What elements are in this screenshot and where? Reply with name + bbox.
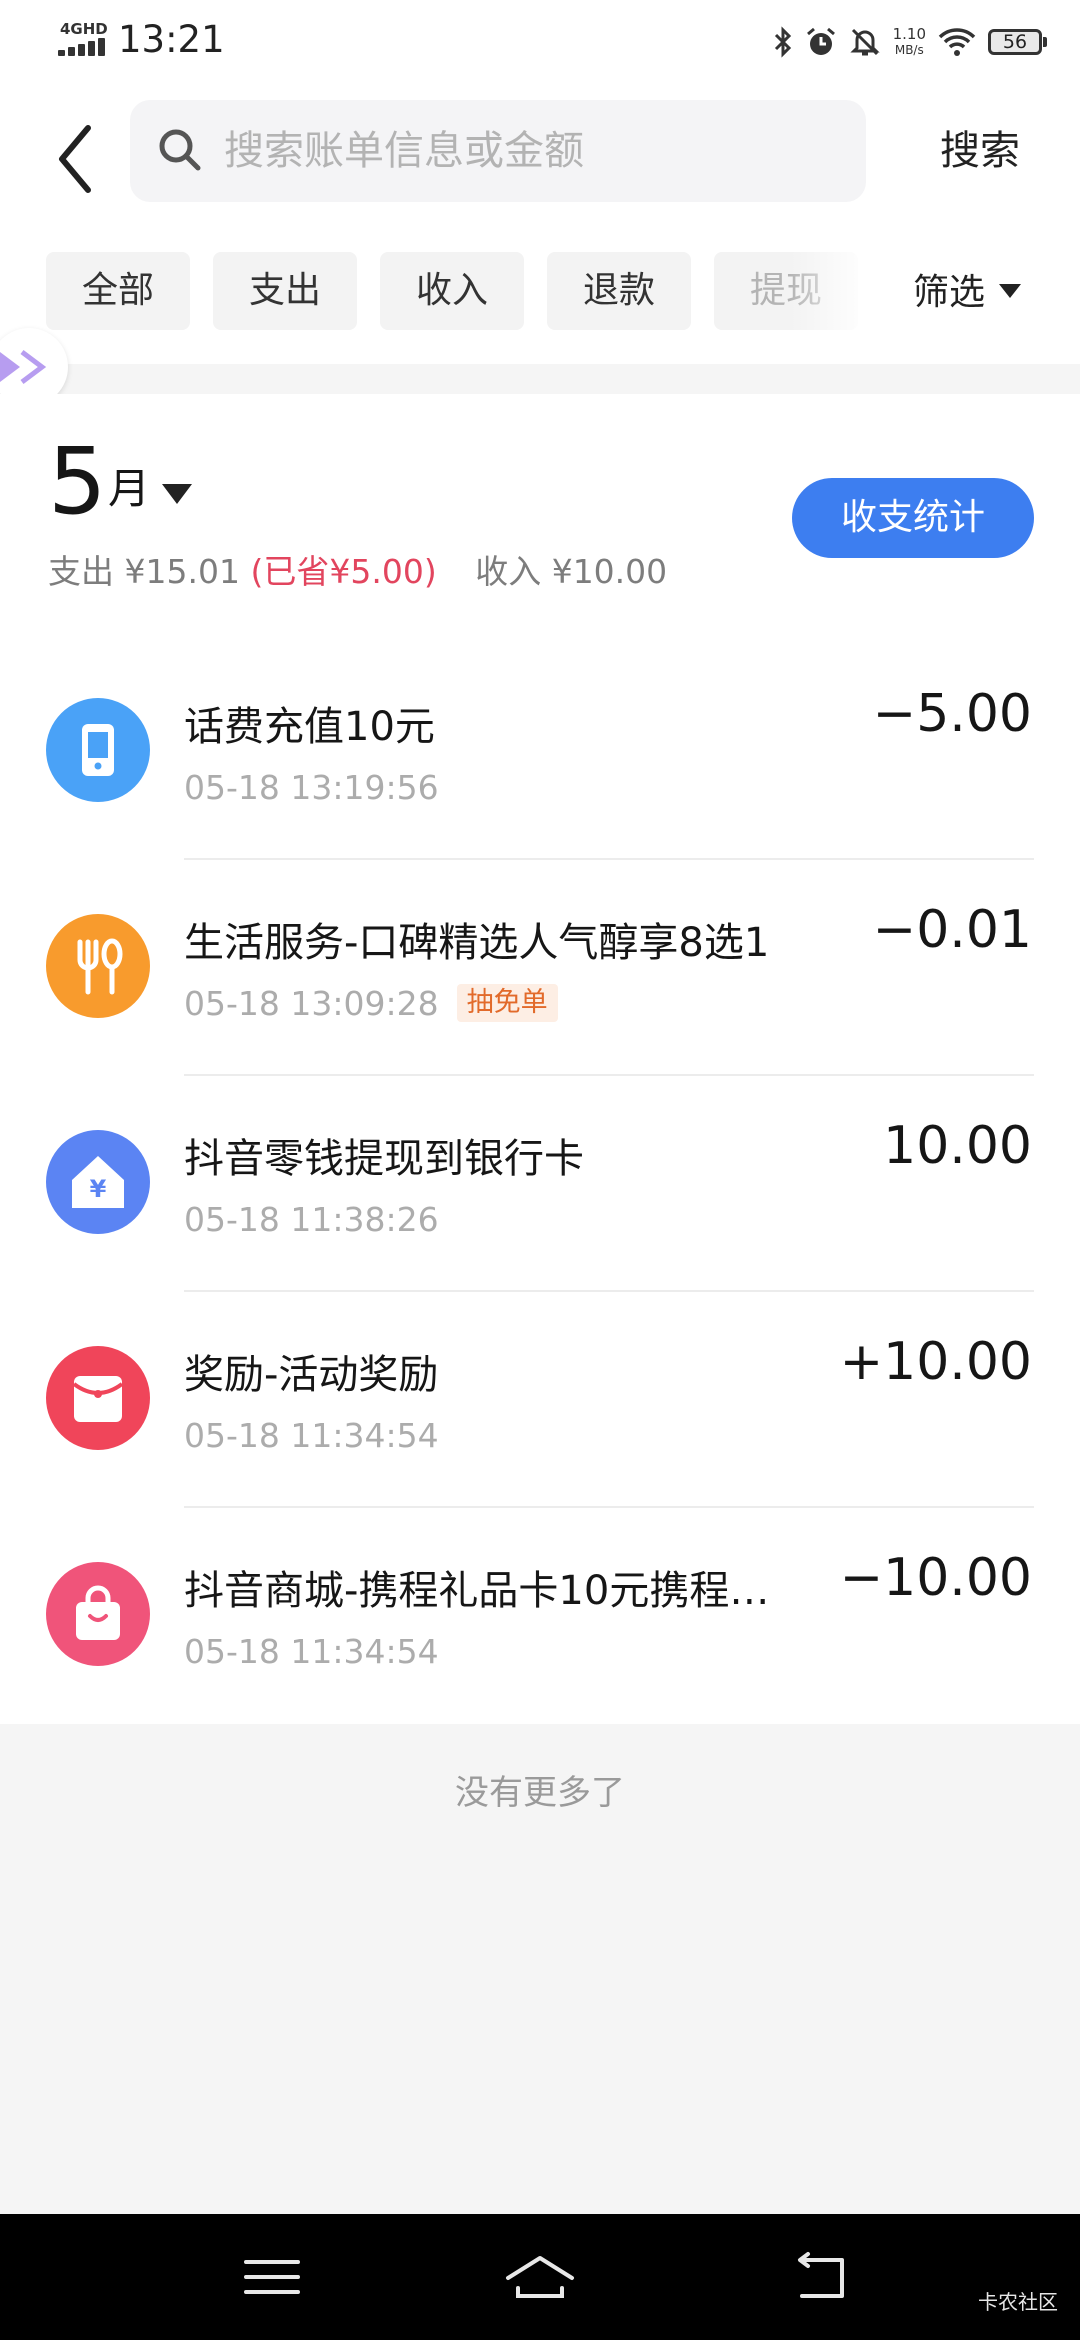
transaction-row[interactable]: 话费充值10元 05-18 13:19:56 −5.00 (0, 644, 1080, 860)
mute-icon (849, 28, 880, 56)
back-arrow-icon[interactable] (52, 118, 112, 200)
menu-icon[interactable] (232, 2244, 312, 2310)
search-icon (159, 129, 201, 171)
transaction-amount: −10.00 (839, 1548, 1032, 1608)
battery-icon: 56 (988, 29, 1047, 55)
bluetooth-icon (774, 26, 791, 58)
transaction-amount: −5.00 (872, 684, 1032, 744)
transaction-amount: 10.00 (883, 1116, 1032, 1176)
month-dropdown-icon[interactable] (162, 484, 192, 504)
header: 搜索账单信息或金额 搜索 (0, 84, 1080, 234)
filter-button[interactable]: 筛选 (913, 268, 1022, 318)
free-order-badge: 抽免单 (456, 984, 558, 1022)
svg-text:¥: ¥ (90, 1175, 107, 1203)
transaction-amount: +10.00 (839, 1332, 1032, 1392)
tab-all[interactable]: 全部 (46, 252, 190, 330)
fork-spoon-icon (46, 914, 150, 1018)
end-of-list: 没有更多了 (455, 1773, 625, 1813)
transaction-time: 05-18 11:34:54 (184, 1632, 439, 1671)
tab-refund[interactable]: 退款 (547, 252, 691, 330)
status-icons: 1.10 MB/s 56 (773, 22, 1047, 62)
month-unit[interactable]: 月 (108, 464, 150, 514)
signal-icon (58, 38, 110, 56)
transaction-amount: −0.01 (872, 900, 1032, 960)
section-gap (0, 364, 1080, 394)
transaction-time: 05-18 13:09:28 抽免单 (184, 984, 558, 1024)
search-placeholder: 搜索账单信息或金额 (224, 128, 584, 174)
month-summary: 5 月 收支统计 支出 ¥15.01 (已省¥5.00) 收入 ¥10.00 (0, 394, 1080, 646)
home-icon[interactable] (500, 2244, 580, 2310)
wifi-icon (938, 28, 976, 56)
shopping-bag-icon (46, 1562, 150, 1666)
clock: 13:21 (118, 18, 225, 61)
search-input[interactable]: 搜索账单信息或金额 (130, 100, 866, 202)
watermark: 卡农社区 (978, 2290, 1058, 2314)
transaction-row[interactable]: 生活服务-口碑精选人气醇享8选1 05-18 13:09:28 抽免单 −0.01 (0, 860, 1080, 1076)
system-nav-bar: 卡农社区 (0, 2214, 1080, 2340)
transaction-time: 05-18 11:34:54 (184, 1416, 439, 1455)
transaction-title: 抖音零钱提现到银行卡 (184, 1136, 584, 1182)
transaction-title: 话费充值10元 (184, 704, 435, 750)
network-speed: 1.10 MB/s (892, 25, 926, 57)
transaction-time: 05-18 13:19:56 (184, 768, 439, 807)
transaction-row[interactable]: ¥ 抖音零钱提现到银行卡 05-18 11:38:26 10.00 (0, 1076, 1080, 1292)
phone-icon (46, 698, 150, 802)
filter-label: 筛选 (913, 272, 986, 313)
month-number[interactable]: 5 (48, 432, 107, 532)
status-bar: 4GHD 13:21 1.10 MB/s 56 (0, 0, 1080, 84)
transaction-title: 生活服务-口碑精选人气醇享8选1 (184, 920, 770, 966)
saved-amount: (已省¥5.00) (250, 552, 437, 591)
transaction-row[interactable]: 奖励-活动奖励 05-18 11:34:54 +10.00 (0, 1292, 1080, 1508)
red-envelope-icon (46, 1346, 150, 1450)
network-type: 4GHD (60, 20, 108, 38)
transaction-row[interactable]: 抖音商城-携程礼品卡10元携程… 05-18 11:34:54 −10.00 (0, 1508, 1080, 1724)
filter-tabs: 全部 支出 收入 退款 提现 筛选 (0, 234, 1080, 364)
scroll-fade (790, 234, 890, 364)
transaction-list: 话费充值10元 05-18 13:19:56 −5.00 生活服务-口碑精选人气… (0, 644, 1080, 1724)
bank-house-icon: ¥ (46, 1130, 150, 1234)
back-icon[interactable] (782, 2244, 862, 2310)
search-button[interactable]: 搜索 (940, 118, 1020, 184)
alarm-icon (806, 27, 835, 55)
expense-total: 支出 ¥15.01 (48, 552, 240, 591)
stats-button[interactable]: 收支统计 (792, 478, 1034, 558)
dropdown-triangle-icon (999, 284, 1022, 298)
summary-line: 支出 ¥15.01 (已省¥5.00) 收入 ¥10.00 (48, 552, 667, 592)
transaction-title: 奖励-活动奖励 (184, 1352, 439, 1398)
tab-income[interactable]: 收入 (380, 252, 524, 330)
transaction-title: 抖音商城-携程礼品卡10元携程… (184, 1568, 770, 1614)
transaction-time: 05-18 11:38:26 (184, 1200, 439, 1239)
tab-expense[interactable]: 支出 (213, 252, 357, 330)
income-total: 收入 ¥10.00 (475, 552, 668, 591)
